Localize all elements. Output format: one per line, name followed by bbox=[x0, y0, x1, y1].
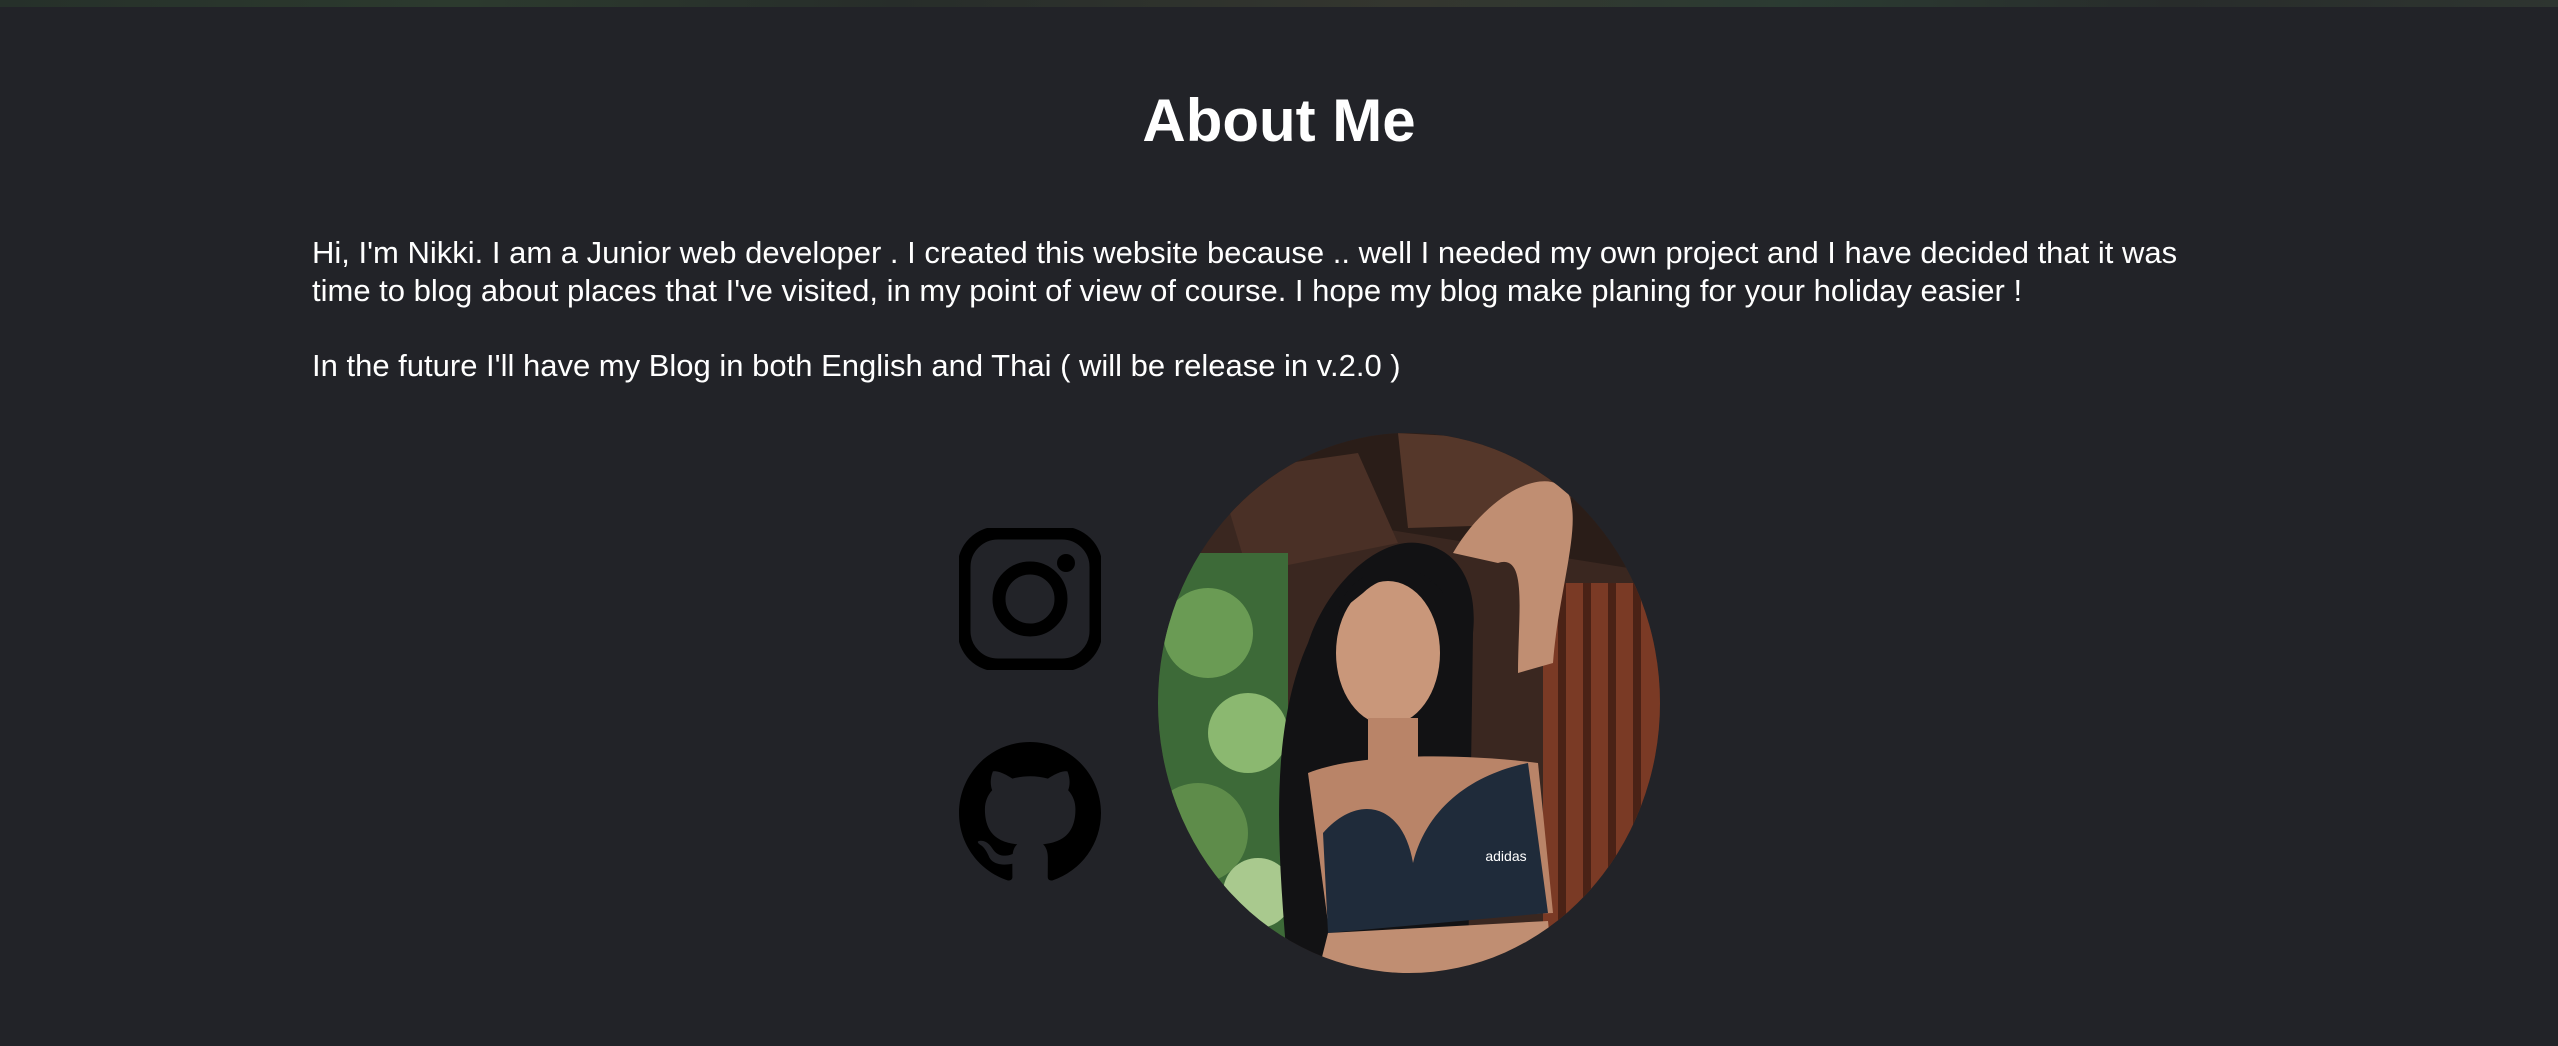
profile-photo: adidas bbox=[1158, 433, 1660, 973]
github-icon bbox=[959, 742, 1101, 881]
future-plans-paragraph: In the future I'll have my Blog in both … bbox=[312, 348, 1401, 383]
page-title: About Me bbox=[1142, 87, 1416, 154]
instagram-icon bbox=[959, 528, 1101, 670]
shirt-brand-text: adidas bbox=[1485, 848, 1526, 864]
top-image-strip bbox=[0, 0, 2558, 7]
instagram-link[interactable] bbox=[959, 528, 1101, 670]
about-paragraph: Hi, I'm Nikki. I am a Junior web develop… bbox=[312, 235, 2178, 308]
github-link[interactable] bbox=[959, 742, 1101, 884]
